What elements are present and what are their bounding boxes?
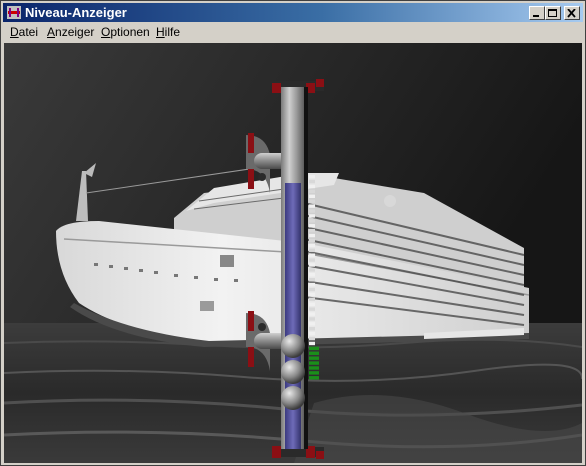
minimize-icon: [533, 15, 539, 17]
scale-segment: [309, 292, 315, 297]
scale-segment: [309, 209, 315, 213]
scale-segment: [309, 302, 315, 306]
scale-segment: [309, 214, 315, 218]
menu-anzeiger-mnemonic: A: [47, 25, 56, 39]
menu-datei-mnemonic: D: [10, 25, 19, 39]
scale-segment: [309, 366, 319, 370]
scale-segment: [309, 376, 319, 380]
float-ball-1: [281, 334, 305, 358]
menu-hilfe-label: ilfe: [164, 25, 181, 39]
scale-segment: [309, 307, 315, 311]
menu-hilfe-mnemonic: H: [156, 25, 165, 39]
scale-segment: [309, 233, 315, 238]
scale-segment: [309, 184, 315, 189]
title-bar[interactable]: Niveau-Anzeiger: [3, 3, 583, 22]
maximize-icon: [548, 9, 557, 17]
scale-segment: [309, 228, 315, 233]
scale-segment: [309, 282, 315, 287]
scale-segment: [309, 248, 315, 252]
scale-segment: [309, 371, 319, 375]
app-window: Niveau-Anzeiger Datei Anzeiger Optionen …: [0, 0, 586, 466]
scale-segment: [309, 331, 315, 336]
scale-segment: [309, 336, 315, 341]
scale-segment: [309, 278, 315, 282]
top-flange-cap: [316, 79, 324, 87]
menu-datei[interactable]: Datei: [10, 25, 38, 39]
menu-optionen-label: ptionen: [110, 25, 150, 39]
scale-segment: [309, 268, 315, 272]
float-ball-2: [281, 360, 305, 384]
scale-segment: [309, 341, 315, 346]
scale-segment: [309, 224, 315, 228]
scale-segment: [309, 189, 315, 194]
scale-segment: [309, 322, 315, 326]
scale-segment: [309, 204, 315, 208]
menu-anzeiger-label: nzeiger: [55, 25, 95, 39]
scale-segment: [309, 219, 315, 223]
scale-segment: [309, 361, 319, 365]
float-ball-3: [281, 386, 305, 410]
minimize-button[interactable]: [529, 6, 545, 20]
menu-optionen-mnemonic: O: [101, 25, 111, 39]
level-indicator: [246, 79, 324, 459]
menu-anzeiger[interactable]: Anzeiger: [47, 25, 94, 39]
bottom-flange-left-bolt: [272, 446, 281, 458]
scale-segment: [309, 179, 315, 184]
scale-segment: [309, 238, 315, 243]
scale-segment: [309, 199, 315, 203]
close-icon: [567, 9, 576, 18]
scale-segment: [309, 175, 315, 179]
scale-segment: [309, 263, 315, 267]
bottom-flange-cap: [316, 451, 324, 459]
scale-segment: [309, 287, 315, 292]
display-area: [4, 43, 582, 463]
maximize-button[interactable]: [545, 6, 561, 20]
menu-optionen[interactable]: Optionen: [101, 25, 150, 39]
close-button[interactable]: [564, 6, 580, 20]
scale-segment: [309, 253, 315, 257]
scale-segment: [309, 327, 315, 331]
menu-hilfe[interactable]: Hilfe: [156, 25, 180, 39]
level-scale: [309, 175, 319, 380]
scale-segment: [309, 346, 319, 351]
scale-segment: [309, 312, 315, 316]
scale-segment: [309, 194, 315, 199]
scale-segment: [309, 273, 315, 277]
level-gauge-app-icon: [7, 6, 21, 19]
scale-segment: [309, 317, 315, 321]
scale-segment: [309, 243, 315, 248]
menu-bar: Datei Anzeiger Optionen Hilfe: [3, 23, 583, 42]
scale-segment: [309, 258, 315, 262]
menu-datei-label: atei: [18, 25, 39, 39]
scale-segment: [309, 356, 319, 360]
scale-segment: [309, 351, 319, 355]
window-title: Niveau-Anzeiger: [25, 5, 127, 20]
top-flange-left-bolt: [272, 83, 281, 93]
scale-segment: [309, 297, 315, 302]
